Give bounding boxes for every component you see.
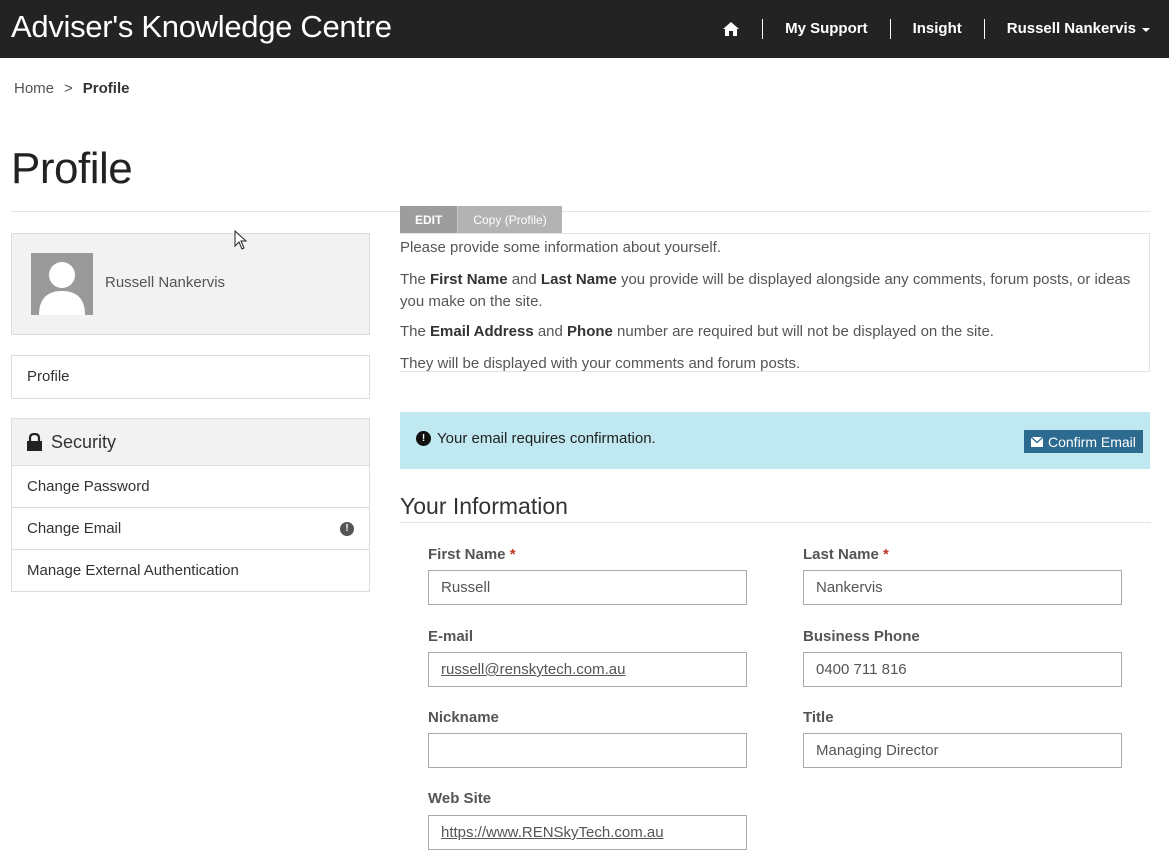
last-name-field[interactable]: Nankervis — [803, 570, 1122, 605]
exclamation-icon: ! — [416, 431, 431, 446]
website-field[interactable]: https://www.RENSkyTech.com.au — [428, 815, 747, 850]
section-title: Your Information — [400, 493, 568, 519]
intro-line-4: They will be displayed with your comment… — [400, 355, 801, 372]
title-divider — [11, 211, 1151, 212]
email-label: E-mail — [428, 628, 474, 645]
alert-message-text: Your email requires confirmation. — [437, 430, 656, 447]
section-divider — [400, 522, 1151, 523]
intro-line-3: The Email Address and Phone number are r… — [400, 323, 994, 340]
avatar — [31, 253, 93, 315]
profile-tabs: EDIT Copy (Profile) — [400, 206, 562, 234]
sidebar-item-profile[interactable]: Profile — [12, 356, 369, 398]
website-label: Web Site — [428, 790, 492, 807]
security-heading: Security — [12, 419, 369, 465]
sidebar-item-change-email[interactable]: Change Email ! — [12, 507, 369, 549]
breadcrumb-home[interactable]: Home — [14, 80, 54, 97]
intro-line-1: Please provide some information about yo… — [400, 239, 722, 256]
breadcrumb-current: Profile — [82, 80, 130, 97]
business-phone-field[interactable]: 0400 711 816 — [803, 652, 1122, 687]
breadcrumb: Home > Profile — [14, 80, 129, 97]
envelope-icon — [1031, 436, 1043, 447]
tab-edit[interactable]: EDIT — [400, 206, 459, 234]
nav-user-menu[interactable]: Russell Nankervis — [985, 19, 1169, 39]
title-field[interactable]: Managing Director — [803, 733, 1122, 768]
home-icon — [723, 22, 740, 36]
confirm-email-button[interactable]: Confirm Email — [1024, 430, 1143, 453]
user-silhouette-icon — [39, 262, 85, 315]
security-heading-label: Security — [51, 432, 117, 452]
nav-insight[interactable]: Insight — [891, 19, 984, 39]
exclamation-icon: ! — [340, 522, 354, 536]
profile-card: Russell Nankervis — [11, 233, 370, 335]
intro-panel: Please provide some information about yo… — [400, 233, 1150, 372]
breadcrumb-separator: > — [64, 80, 73, 97]
security-menu: Security Change Password Change Email ! … — [11, 418, 370, 592]
nav-home[interactable] — [700, 19, 762, 39]
email-confirmation-alert: ! Your email requires confirmation. Conf… — [400, 412, 1150, 469]
sidebar-item-change-password[interactable]: Change Password — [12, 465, 369, 507]
intro-line-2: The First Name and Last Name you provide… — [400, 271, 1131, 310]
profile-name: Russell Nankervis — [105, 274, 226, 291]
top-navbar: Adviser's Knowledge Centre My Support In… — [0, 0, 1169, 58]
main-nav: My Support Insight Russell Nankervis — [700, 0, 1169, 58]
first-name-label: First Name * — [428, 546, 516, 563]
mouse-pointer-icon — [234, 230, 248, 250]
last-name-label: Last Name * — [803, 546, 889, 563]
tab-copy-profile[interactable]: Copy (Profile) — [458, 206, 562, 234]
chevron-down-icon — [1142, 28, 1150, 32]
profile-menu: Profile — [11, 355, 370, 399]
sidebar-item-label: Change Email — [27, 520, 122, 537]
sidebar-item-manage-external-auth[interactable]: Manage External Authentication — [12, 549, 369, 591]
title-label: Title — [803, 709, 834, 726]
nickname-field[interactable] — [428, 733, 747, 768]
nav-user-name: Russell Nankervis — [1006, 20, 1136, 37]
confirm-email-label: Confirm Email — [1048, 433, 1136, 450]
nav-my-support[interactable]: My Support — [763, 19, 890, 39]
lock-icon — [27, 433, 42, 451]
page-title: Profile — [11, 144, 133, 193]
email-field[interactable]: russell@renskytech.com.au — [428, 652, 747, 687]
first-name-field[interactable]: Russell — [428, 570, 747, 605]
alert-message: ! Your email requires confirmation. — [416, 430, 656, 447]
nickname-label: Nickname — [428, 709, 499, 726]
business-phone-label: Business Phone — [803, 628, 920, 645]
site-brand[interactable]: Adviser's Knowledge Centre — [11, 9, 392, 45]
